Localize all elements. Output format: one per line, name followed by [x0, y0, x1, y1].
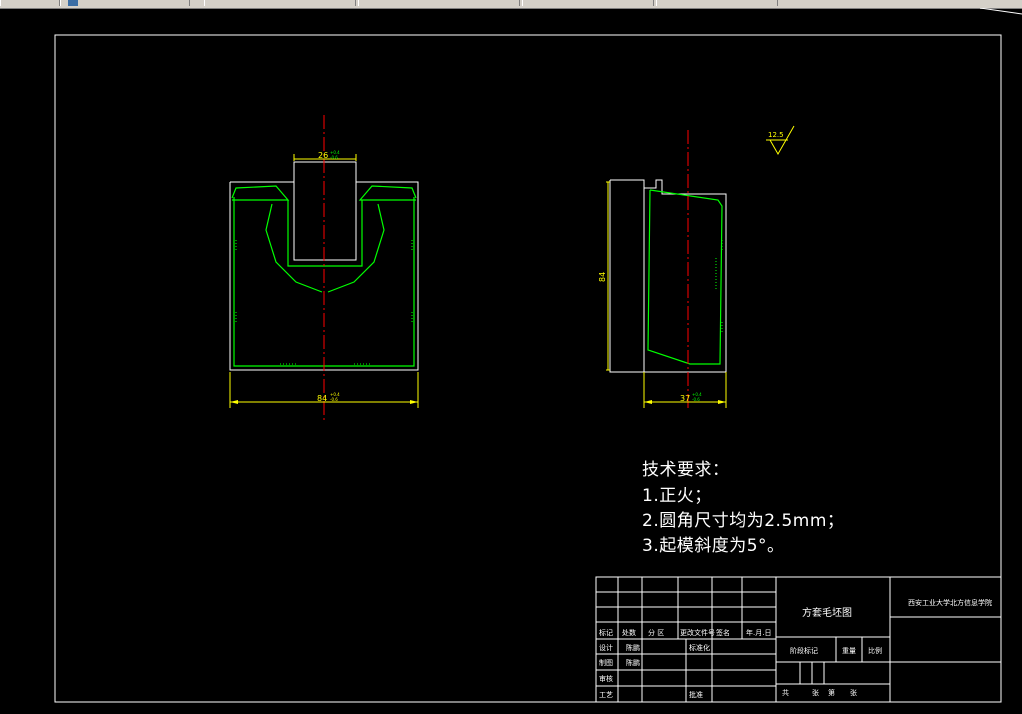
- design-label: 设计: [599, 644, 613, 652]
- dim-side-height: 84: [598, 272, 607, 282]
- drafting-label: 制图: [599, 659, 613, 667]
- toolbar-dropdown[interactable]: [656, 0, 778, 6]
- toolbar-button[interactable]: [0, 0, 60, 6]
- process-label: 工艺: [599, 691, 613, 699]
- side-outline: [609, 179, 727, 373]
- dim-arrow: [230, 400, 238, 404]
- front-view: 26 +0.4 -0.6 84 +0.4 -0.6: [229, 115, 419, 422]
- standardize-label: 标准化: [689, 644, 710, 652]
- side-casting: [647, 189, 723, 365]
- dim-tol-lower: -0.6: [330, 155, 338, 160]
- tech-requirement-item: 1.正火；: [642, 486, 712, 506]
- frame-edge-line: [979, 8, 1022, 15]
- front-slot: [293, 182, 357, 261]
- dim-front-width: 84: [317, 394, 327, 403]
- drawing-frame: [54, 34, 1002, 703]
- school-name: 西安工业大学北方信息学院: [908, 599, 992, 607]
- weight-label: 重量: [842, 647, 856, 655]
- front-right-rim: [358, 185, 417, 201]
- rev-header: 处数: [622, 629, 636, 637]
- front-pocket: [287, 200, 363, 267]
- rev-header: 年.月.日: [746, 629, 772, 637]
- dim-tol-lower: -0.6: [692, 397, 700, 402]
- side-view: 84 37 +0.4 -0.6: [598, 130, 727, 410]
- roughness-symbol: 12.5: [766, 125, 795, 156]
- dim-top-width: 26: [318, 151, 328, 160]
- dim-arrow: [718, 400, 726, 404]
- dim-arrow: [410, 400, 418, 404]
- drafting-name: 陈鹏: [626, 659, 640, 667]
- drawing-name: 方套毛坯图: [802, 608, 852, 619]
- review-label: 审核: [599, 675, 613, 683]
- sheet-label: 第: [828, 689, 835, 697]
- sheets-label: 张: [812, 689, 819, 697]
- page-label: 张: [850, 689, 857, 697]
- tech-requirement-item: 2.圆角尺寸均为2.5mm；: [642, 511, 845, 531]
- stage-label: 阶段标记: [790, 647, 818, 655]
- rev-header: 分 区: [648, 629, 665, 637]
- tech-requirements-title: 技术要求：: [642, 460, 730, 480]
- rev-header: 更改文件号: [680, 629, 715, 637]
- toolbar-dropdown[interactable]: [204, 0, 356, 6]
- dim-arrow: [644, 400, 652, 404]
- rev-header: 标记: [599, 629, 613, 637]
- total-label: 共: [782, 689, 789, 697]
- design-name: 陈鹏: [626, 644, 640, 652]
- dim-side-width: 37: [680, 394, 690, 403]
- tech-requirement-item: 3.起模斜度为5°。: [642, 536, 785, 556]
- toolbar-dropdown[interactable]: [358, 0, 520, 6]
- toolbar-button[interactable]: [60, 0, 190, 6]
- dim-tol-lower: -0.6: [330, 397, 338, 402]
- rev-header: 签名: [716, 629, 730, 637]
- roughness-value: 12.5: [768, 131, 784, 139]
- scale-label: 比例: [868, 647, 882, 655]
- title-block: [595, 576, 1002, 703]
- approve-label: 批准: [689, 691, 703, 699]
- cad-drawing-canvas[interactable]: 26 +0.4 -0.6 84 +0.4 -0.6 84 37 +0.4 -0.…: [0, 8, 1022, 714]
- front-left-rim: [231, 185, 290, 201]
- toolbar-dropdown[interactable]: [522, 0, 654, 6]
